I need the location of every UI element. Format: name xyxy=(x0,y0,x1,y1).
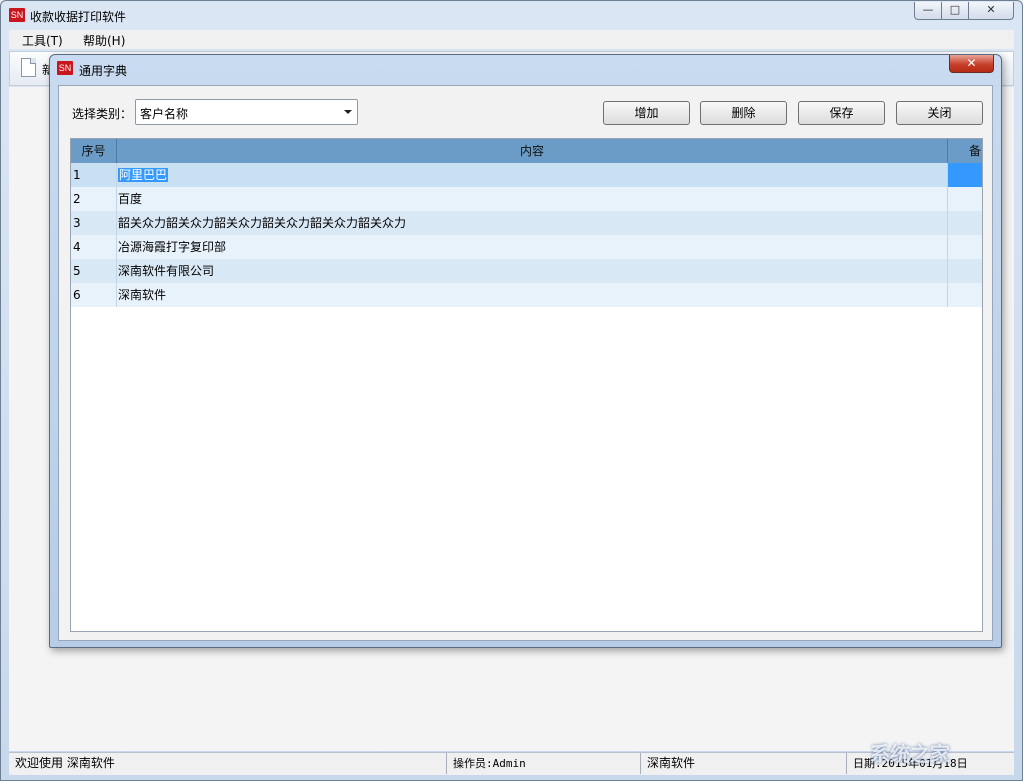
row-note[interactable] xyxy=(948,235,982,259)
category-select[interactable]: 客户名称 xyxy=(135,99,358,125)
table-row[interactable]: 4 冶源海霞打字复印部 xyxy=(71,235,982,259)
watermark-logo: 系统之家 xyxy=(870,742,950,766)
table-row[interactable]: 1 阿里巴巴 xyxy=(71,163,982,187)
category-label: 选择类别： xyxy=(72,107,133,121)
row-index: 6 xyxy=(71,283,117,307)
header-note[interactable]: 备 xyxy=(948,139,982,163)
row-index: 3 xyxy=(71,211,117,235)
dictionary-dialog: SN 通用字典 ✕ 选择类别： 客户名称 增加 删除 保存 关闭 序号 内容 备… xyxy=(49,54,1002,648)
row-note[interactable] xyxy=(948,283,982,307)
header-content[interactable]: 内容 xyxy=(117,139,948,163)
minimize-icon: — xyxy=(922,3,934,16)
window-close-button[interactable]: ✕ xyxy=(968,2,1014,20)
menu-help[interactable]: 帮助(H) xyxy=(83,32,125,49)
maximize-button[interactable]: □ xyxy=(941,2,969,20)
app-logo-icon: SN xyxy=(9,8,25,22)
grid-header: 序号 内容 备 xyxy=(71,139,982,163)
dialog-logo-icon: SN xyxy=(57,61,73,75)
row-index: 1 xyxy=(71,163,117,187)
close-button[interactable]: 关闭 xyxy=(896,101,983,125)
row-content[interactable]: 百度 xyxy=(117,187,948,211)
row-note[interactable] xyxy=(948,163,982,187)
title-bar[interactable]: SN 收款收据打印软件 — □ ✕ xyxy=(1,1,1022,29)
table-row[interactable]: 3 韶关众力韶关众力韶关众力韶关众力韶关众力韶关众力 xyxy=(71,211,982,235)
row-content[interactable]: 深南软件有限公司 xyxy=(117,259,948,283)
status-company: 深南软件 xyxy=(641,753,847,774)
dialog-body: 选择类别： 客户名称 增加 删除 保存 关闭 序号 内容 备 1 阿里巴巴 2 … xyxy=(58,85,993,641)
dialog-close-button[interactable]: ✕ xyxy=(949,55,994,73)
save-button[interactable]: 保存 xyxy=(798,101,885,125)
add-button[interactable]: 增加 xyxy=(603,101,690,125)
minimize-button[interactable]: — xyxy=(914,2,942,20)
row-index: 4 xyxy=(71,235,117,259)
close-icon: ✕ xyxy=(966,56,977,70)
category-select-value: 客户名称 xyxy=(140,107,189,121)
row-note[interactable] xyxy=(948,259,982,283)
row-content: 阿里巴巴 xyxy=(118,168,169,182)
delete-button[interactable]: 删除 xyxy=(700,101,787,125)
row-index: 5 xyxy=(71,259,117,283)
table-row[interactable]: 6 深南软件 xyxy=(71,283,982,307)
row-content[interactable]: 深南软件 xyxy=(117,283,948,307)
row-index: 2 xyxy=(71,187,117,211)
row-content[interactable]: 韶关众力韶关众力韶关众力韶关众力韶关众力韶关众力 xyxy=(117,211,948,235)
dictionary-grid[interactable]: 序号 内容 备 1 阿里巴巴 2 百度 3 韶关众力韶关众力韶关众力韶关众力韶关… xyxy=(70,138,983,632)
status-bar: 欢迎使用 深南软件 操作员:Admin 深南软件 日期:2015年01月18日 xyxy=(9,752,1014,775)
row-content-selected[interactable]: 阿里巴巴 xyxy=(117,163,948,187)
window-title: 收款收据打印软件 xyxy=(30,10,127,24)
table-row[interactable]: 5 深南软件有限公司 xyxy=(71,259,982,283)
row-content[interactable]: 冶源海霞打字复印部 xyxy=(117,235,948,259)
dialog-title: 通用字典 xyxy=(79,64,128,78)
row-note[interactable] xyxy=(948,187,982,211)
header-index[interactable]: 序号 xyxy=(71,139,117,163)
new-document-icon[interactable] xyxy=(21,58,36,77)
maximize-icon: □ xyxy=(949,3,961,16)
row-note[interactable] xyxy=(948,211,982,235)
table-row[interactable]: 2 百度 xyxy=(71,187,982,211)
status-operator: 操作员:Admin xyxy=(447,753,641,774)
chevron-down-icon xyxy=(344,110,352,114)
status-welcome: 欢迎使用 深南软件 xyxy=(9,753,447,774)
close-icon: ✕ xyxy=(986,3,996,16)
menu-bar: 工具(T) 帮助(H) xyxy=(9,30,1014,49)
menu-tools[interactable]: 工具(T) xyxy=(22,32,63,49)
